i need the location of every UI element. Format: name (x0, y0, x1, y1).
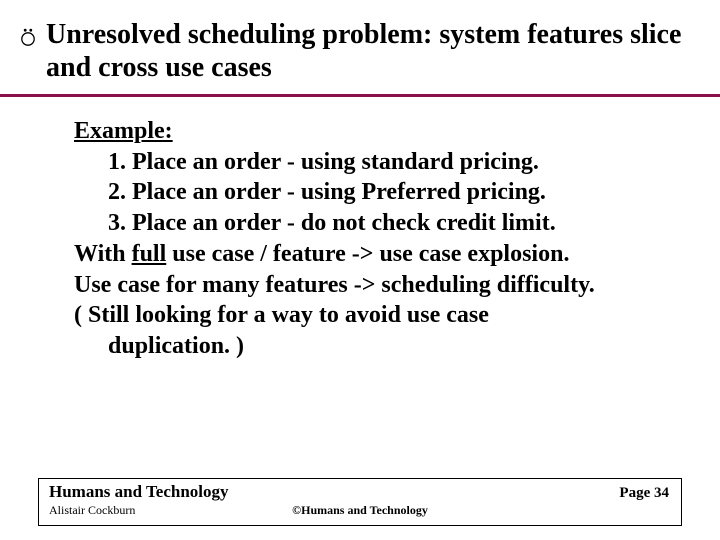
footer-page-number: Page 34 (619, 485, 669, 502)
slide: Unresolved scheduling problem: system fe… (0, 0, 720, 540)
horizontal-rule (0, 94, 720, 97)
bullet-icon (18, 26, 38, 51)
text: With (74, 241, 132, 267)
example-item: 3. Place an order - do not check credit … (74, 208, 686, 239)
example-item: 1. Place an order - using standard prici… (74, 147, 686, 178)
footer-org: Humans and Technology (49, 483, 671, 502)
example-item: 2. Place an order - using Preferred pric… (74, 177, 686, 208)
text: use case / feature -> use case explosion… (166, 241, 569, 267)
footer-copyright: ©Humans and Technology (292, 503, 428, 518)
note-line: ( Still looking for a way to avoid use c… (74, 300, 686, 331)
example-label: Example: (74, 118, 173, 144)
note-line: duplication. ) (74, 331, 686, 362)
slide-title: Unresolved scheduling problem: system fe… (46, 18, 686, 84)
body-line: With full use case / feature -> use case… (74, 239, 686, 270)
slide-body: Example: 1. Place an order - using stand… (74, 116, 686, 362)
underlined-word: full (132, 241, 167, 267)
body-line: Use case for many features -> scheduling… (74, 270, 686, 301)
footer: Humans and Technology Alistair Cockburn … (38, 478, 682, 526)
